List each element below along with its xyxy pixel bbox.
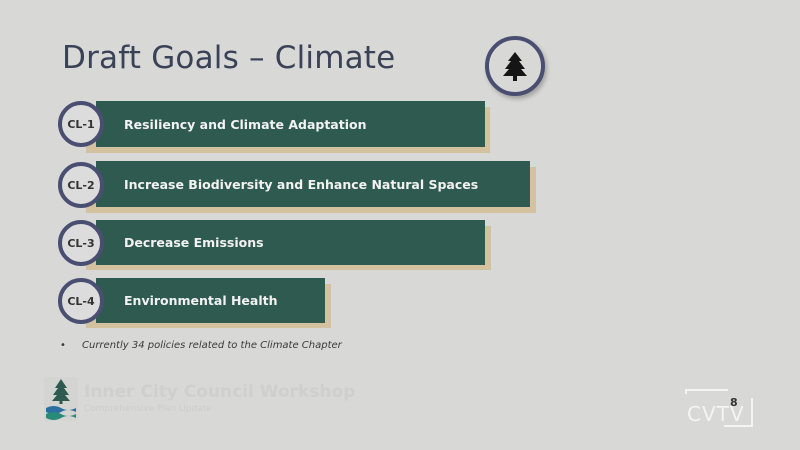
tree-wave-logo-icon bbox=[44, 377, 78, 421]
cvtv-logo-text: CVTV bbox=[687, 402, 745, 426]
goal-label: Increase Biodiversity and Enhance Natura… bbox=[124, 176, 479, 192]
watermark-subtitle: Comprehensive Plan Update bbox=[84, 404, 212, 414]
policy-note-text: Currently 34 policies related to the Cli… bbox=[82, 340, 342, 351]
goal-code-label: CL-2 bbox=[67, 178, 95, 192]
pine-tree-badge bbox=[485, 36, 545, 96]
goal-bar-cl-1: Resiliency and Climate Adaptation bbox=[96, 101, 485, 147]
goal-label: Resiliency and Climate Adaptation bbox=[124, 116, 367, 132]
slide-title: Draft Goals – Climate bbox=[62, 40, 396, 76]
bullet-glyph: • bbox=[60, 340, 66, 351]
cvtv-broadcast-logo: CVTV bbox=[685, 389, 753, 427]
policy-note: • Currently 34 policies related to the Cl… bbox=[60, 340, 342, 351]
goal-label: Environmental Health bbox=[124, 293, 278, 308]
goal-code-cl-1: CL-1 bbox=[58, 101, 104, 147]
goal-code-cl-4: CL-4 bbox=[58, 278, 104, 324]
goal-label: Decrease Emissions bbox=[124, 235, 264, 250]
pine-tree-icon bbox=[503, 52, 527, 81]
goal-bar-cl-4: Environmental Health bbox=[96, 278, 325, 323]
goal-code-cl-2: CL-2 bbox=[58, 162, 104, 208]
watermark-title: Inner City Council Workshop bbox=[84, 382, 356, 402]
goal-code-label: CL-3 bbox=[67, 236, 95, 250]
goal-code-cl-3: CL-3 bbox=[58, 220, 104, 266]
goal-bar-cl-3: Decrease Emissions bbox=[96, 220, 485, 265]
goal-bar-cl-2: Increase Biodiversity and Enhance Natura… bbox=[96, 161, 530, 207]
goal-code-label: CL-4 bbox=[67, 294, 95, 308]
goal-code-label: CL-1 bbox=[67, 117, 95, 131]
slide: Draft Goals – Climate Resiliency and Cli… bbox=[0, 0, 800, 450]
